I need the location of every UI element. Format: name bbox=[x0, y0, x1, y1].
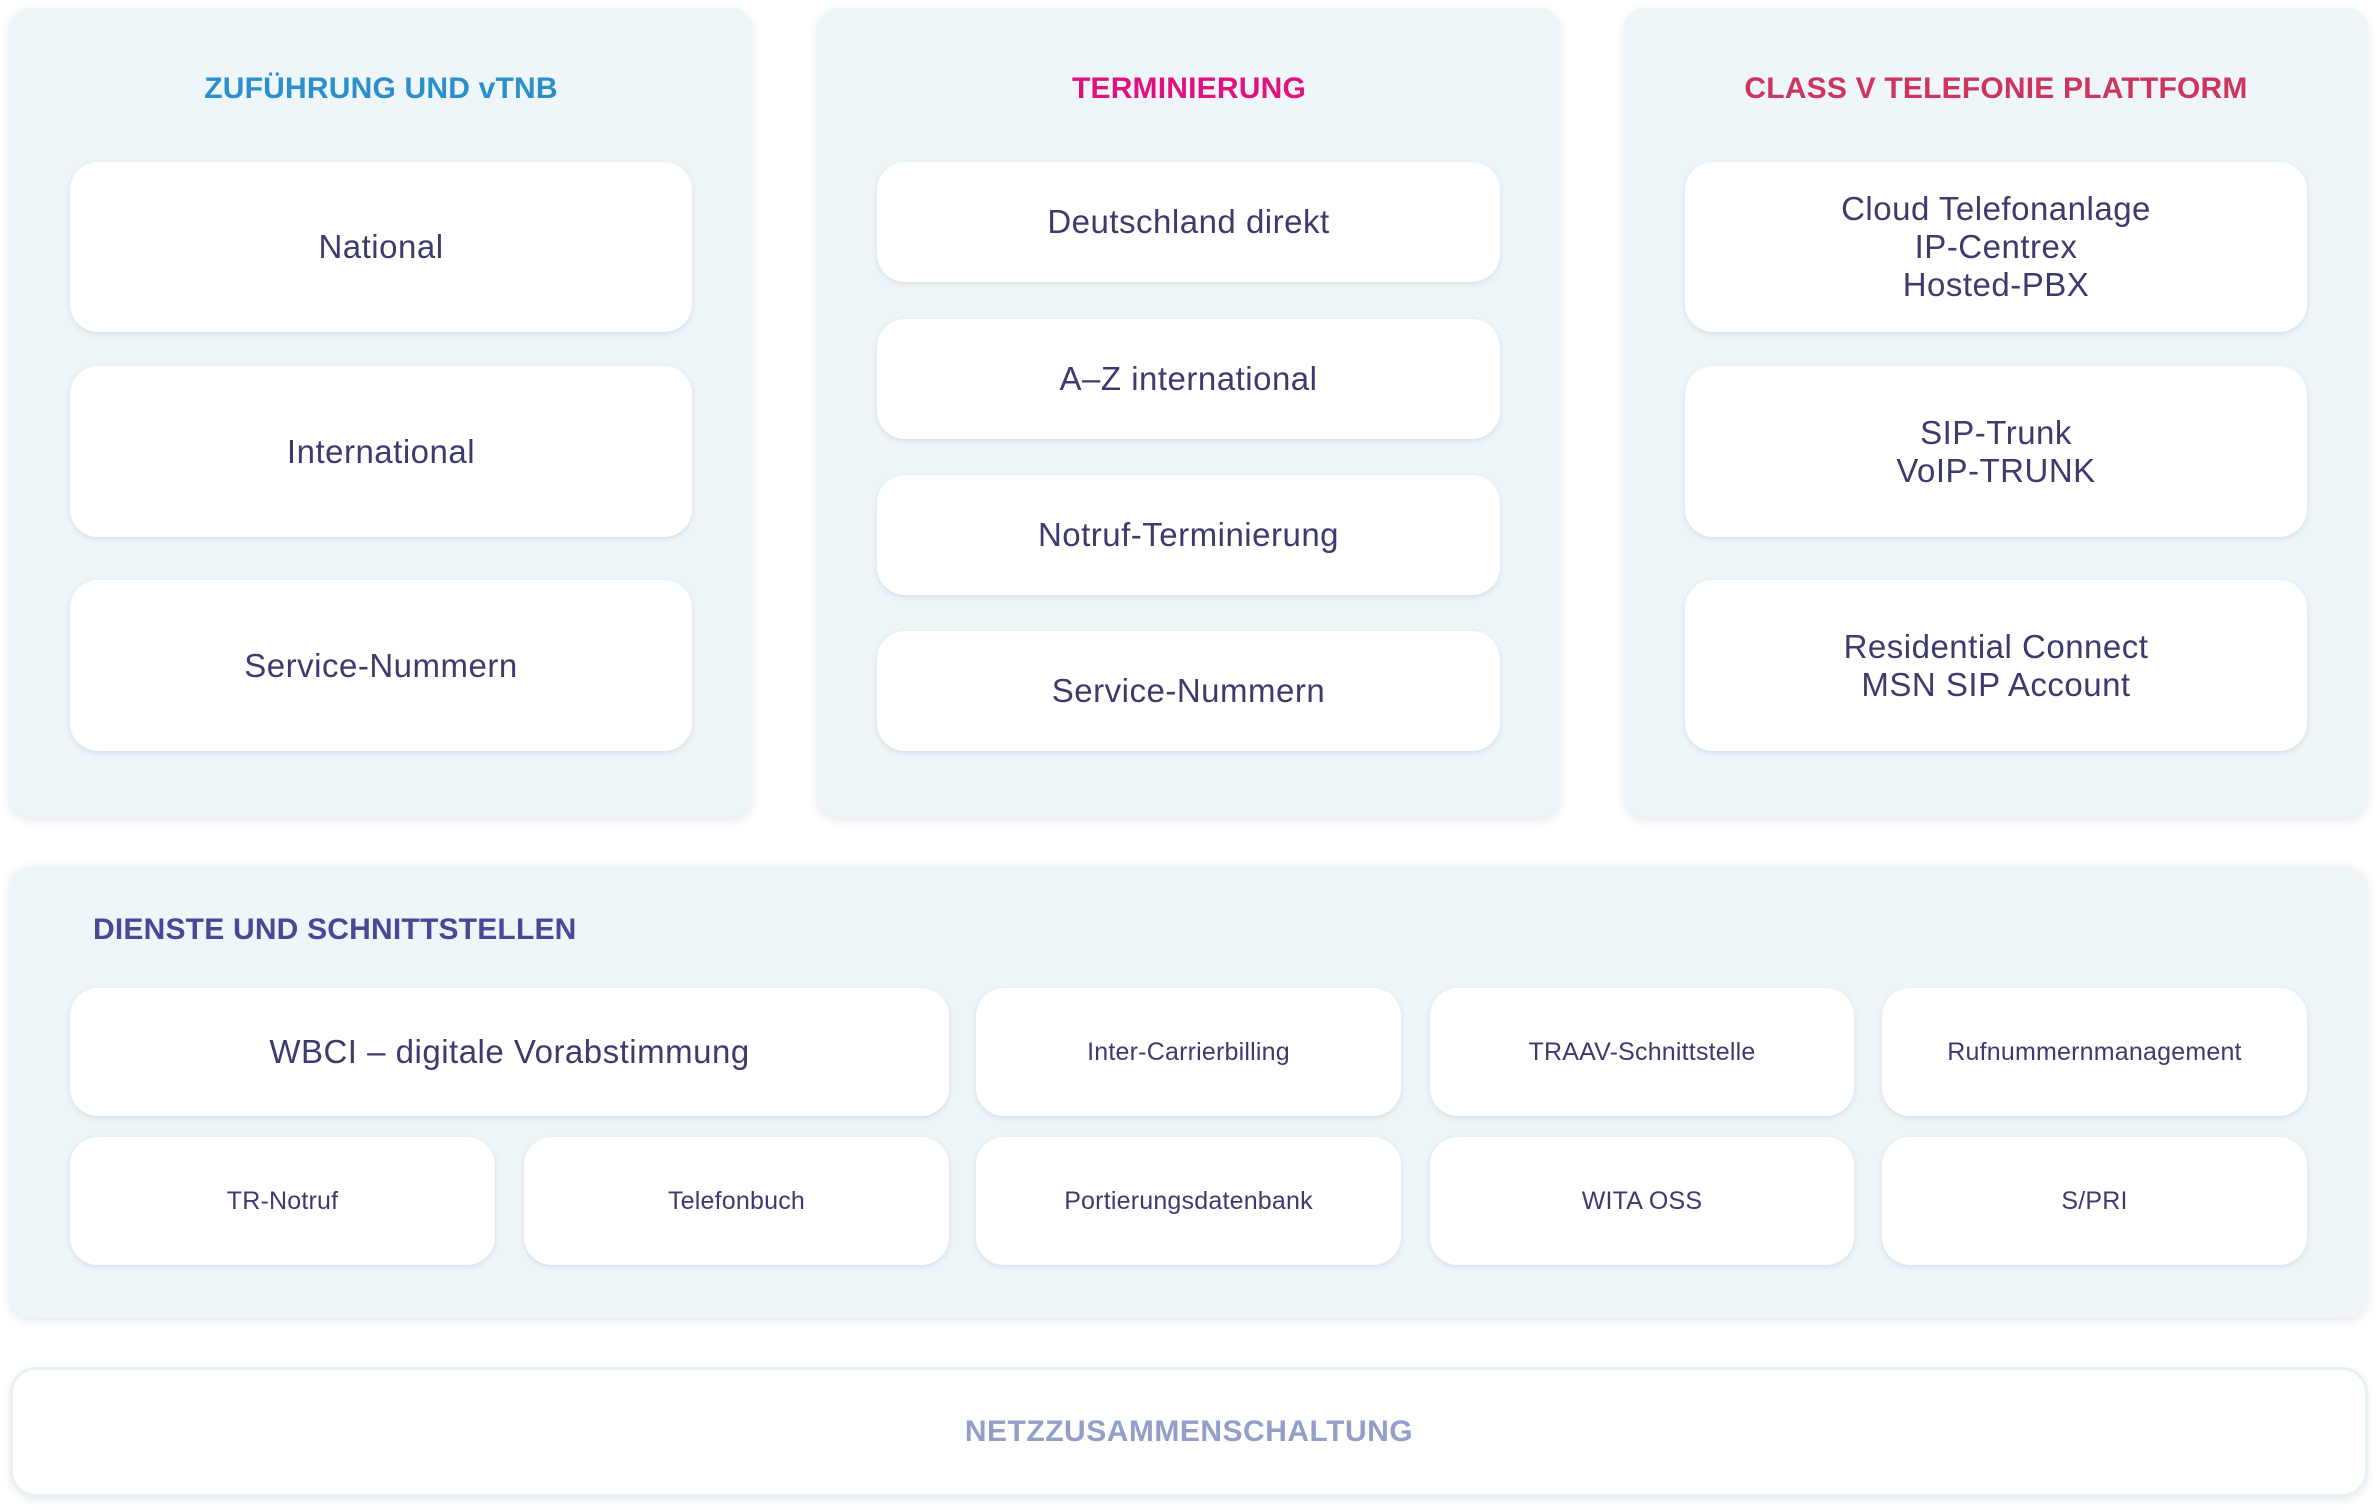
panel-terminierung: TERMINIERUNG Deutschland direkt A–Z inte… bbox=[817, 8, 1561, 817]
card-sip-trunk[interactable]: SIP-Trunk VoIP-TRUNK bbox=[1685, 366, 2307, 537]
card-wita-oss[interactable]: WITA OSS bbox=[1430, 1137, 1854, 1265]
card-notruf-terminierung[interactable]: Notruf-Terminierung bbox=[877, 475, 1500, 595]
card-a-z-international[interactable]: A–Z international bbox=[877, 319, 1500, 439]
card-label: Deutschland direkt bbox=[1047, 203, 1330, 240]
card-label: A–Z international bbox=[1059, 360, 1318, 397]
card-international[interactable]: International bbox=[70, 366, 692, 537]
card-inter-carrierbilling[interactable]: Inter-Carrierbilling bbox=[976, 988, 1401, 1116]
panel-title-classv: CLASS V TELEFONIE PLATTFORM bbox=[1744, 72, 2248, 105]
card-cloud-telefonanlage[interactable]: Cloud Telefonanlage IP-Centrex Hosted-PB… bbox=[1685, 162, 2307, 332]
netzzusammenschaltung-label: NETZZUSAMMENSCHALTUNG bbox=[964, 1415, 1414, 1448]
panel-title-terminierung: TERMINIERUNG bbox=[1071, 72, 1307, 105]
card-label: Notruf-Terminierung bbox=[1037, 516, 1340, 553]
card-deutschland-direkt[interactable]: Deutschland direkt bbox=[877, 162, 1500, 282]
card-label: National bbox=[318, 228, 444, 265]
card-label: Service-Nummern bbox=[244, 646, 518, 684]
card-label: Portierungsdatenbank bbox=[1064, 1187, 1313, 1215]
card-label: TRAAV-Schnittstelle bbox=[1528, 1038, 1756, 1066]
card-label: Telefonbuch bbox=[667, 1187, 806, 1215]
panel-classv: CLASS V TELEFONIE PLATTFORM Cloud Telefo… bbox=[1624, 8, 2368, 817]
card-label: Residential Connect MSN SIP Account bbox=[1843, 627, 2149, 703]
card-label: SIP-Trunk VoIP-TRUNK bbox=[1896, 413, 2096, 489]
panel-title-zufuehrung: ZUFÜHRUNG UND vTNB bbox=[204, 72, 558, 105]
card-label: Inter-Carrierbilling bbox=[1087, 1038, 1290, 1066]
card-wbci[interactable]: WBCI – digitale Vorabstimmung bbox=[70, 988, 949, 1116]
card-residential-connect[interactable]: Residential Connect MSN SIP Account bbox=[1685, 580, 2307, 751]
card-label: S/PRI bbox=[2061, 1187, 2128, 1215]
card-s-pri[interactable]: S/PRI bbox=[1882, 1137, 2307, 1265]
card-rufnummernmanagement[interactable]: Rufnummernmanagement bbox=[1882, 988, 2307, 1116]
panel-dienste: DIENSTE UND SCHNITTSTELLEN WBCI – digita… bbox=[9, 866, 2368, 1318]
card-service-nummern[interactable]: Service-Nummern bbox=[70, 580, 692, 751]
netzzusammenschaltung-box[interactable]: NETZZUSAMMENSCHALTUNG bbox=[10, 1367, 2368, 1497]
card-portierungsdatenbank[interactable]: Portierungsdatenbank bbox=[976, 1137, 1401, 1265]
card-label: WBCI – digitale Vorabstimmung bbox=[269, 1033, 750, 1070]
card-label: WITA OSS bbox=[1581, 1187, 1703, 1215]
card-national[interactable]: National bbox=[70, 162, 692, 332]
card-label: International bbox=[286, 432, 476, 470]
card-label: Service-Nummern bbox=[1051, 672, 1326, 709]
card-tr-notruf[interactable]: TR-Notruf bbox=[70, 1137, 495, 1265]
card-label: Cloud Telefonanlage IP-Centrex Hosted-PB… bbox=[1841, 190, 2151, 303]
card-label: Rufnummernmanagement bbox=[1947, 1038, 2242, 1066]
panel-title-dienste: DIENSTE UND SCHNITTSTELLEN bbox=[93, 913, 577, 946]
panel-zufuehrung: ZUFÜHRUNG UND vTNB National Internationa… bbox=[9, 8, 753, 817]
card-traav-schnittstelle[interactable]: TRAAV-Schnittstelle bbox=[1430, 988, 1854, 1116]
card-label: TR-Notruf bbox=[226, 1187, 339, 1215]
card-telefonbuch[interactable]: Telefonbuch bbox=[524, 1137, 949, 1265]
card-service-nummern[interactable]: Service-Nummern bbox=[877, 631, 1500, 751]
